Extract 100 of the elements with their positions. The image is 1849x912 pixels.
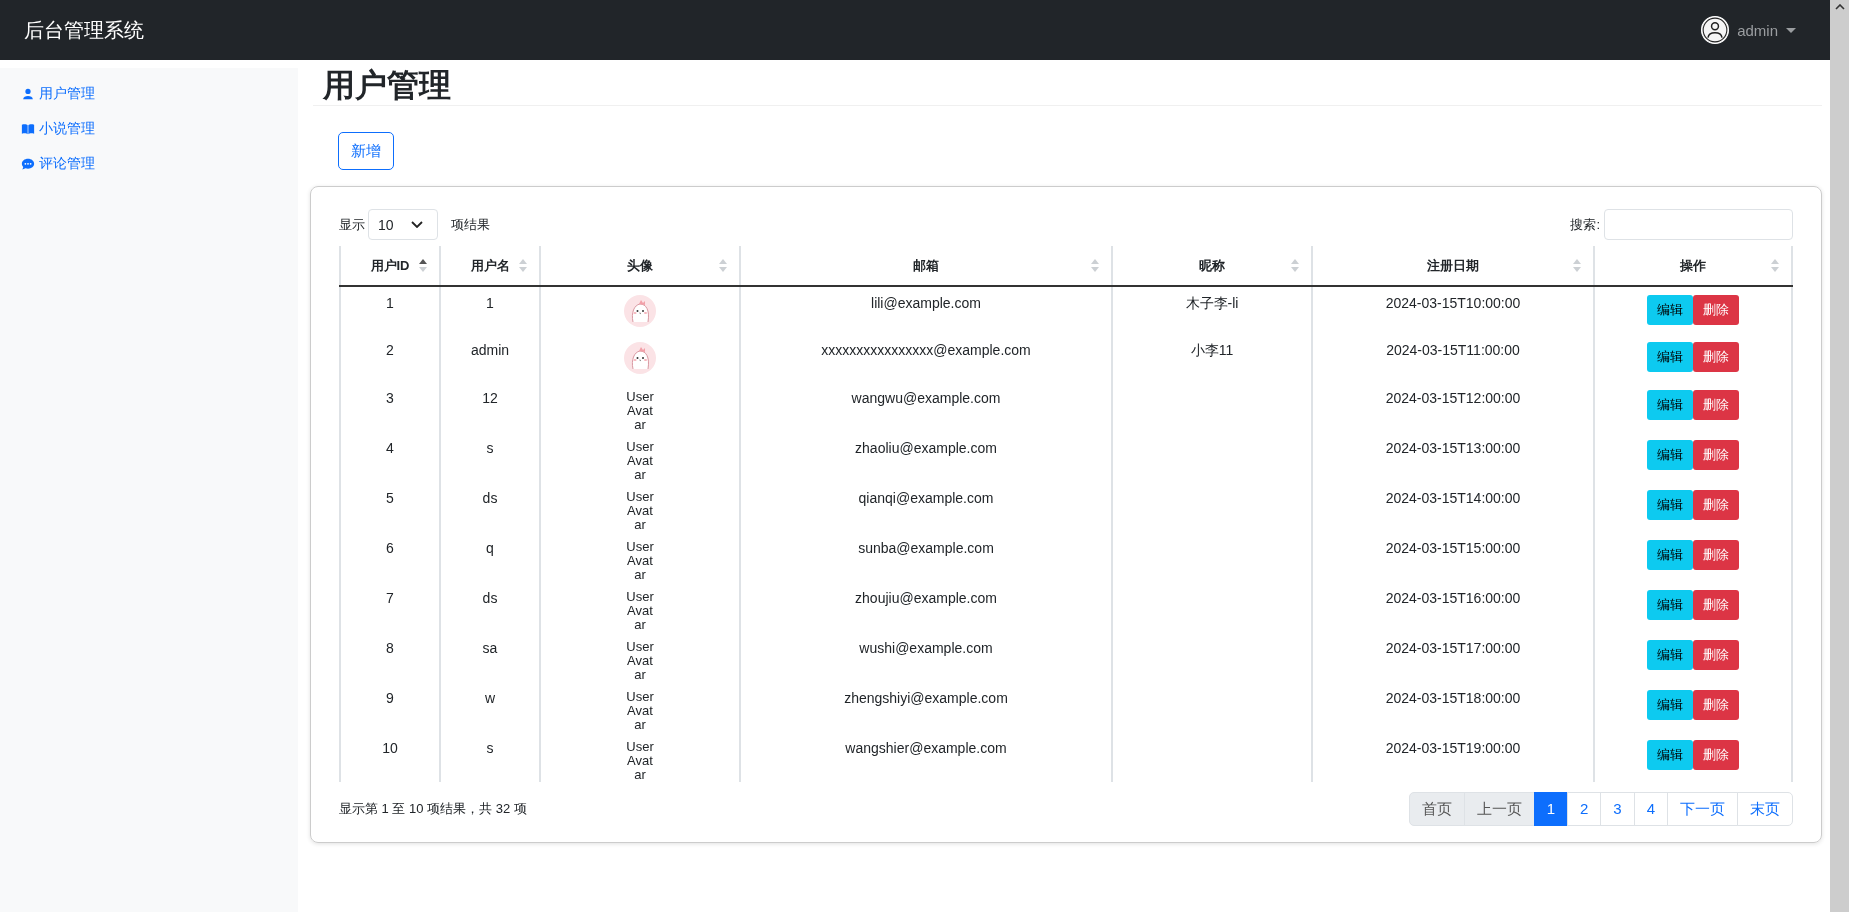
table-cell: 2024-03-15T15:00:00: [1312, 532, 1594, 582]
sidebar-item[interactable]: 评论管理: [0, 146, 95, 181]
length-label-suffix: 项结果: [451, 215, 490, 234]
table-cell: 3: [340, 382, 440, 432]
table-cell: 小李11: [1112, 334, 1312, 382]
sidebar-item[interactable]: 小说管理: [0, 111, 95, 146]
table-cell: lili@example.com: [740, 286, 1112, 334]
table-cell: zhoujiu@example.com: [740, 582, 1112, 632]
table-cell: ds: [440, 582, 540, 632]
table-cell: s: [440, 732, 540, 782]
table-cell: 2024-03-15T18:00:00: [1312, 682, 1594, 732]
delete-button[interactable]: 删除: [1693, 440, 1739, 470]
add-button[interactable]: 新增: [338, 132, 394, 170]
table-cell: wangshier@example.com: [740, 732, 1112, 782]
table-cell: sa: [440, 632, 540, 682]
table-cell: 2024-03-15T14:00:00: [1312, 482, 1594, 532]
table-cell: admin: [440, 334, 540, 382]
person-icon: [21, 86, 35, 101]
edit-button[interactable]: 编辑: [1647, 295, 1693, 325]
table-cell: zhengshiyi@example.com: [740, 682, 1112, 732]
table-cell: 1: [440, 286, 540, 334]
edit-button[interactable]: 编辑: [1647, 342, 1693, 372]
cartoon-avatar-image: [624, 295, 656, 327]
page-link[interactable]: 下一页: [1667, 792, 1738, 826]
table-cell: 1: [340, 286, 440, 334]
search-label: 搜索:: [1570, 215, 1600, 234]
chat-bubble-icon: [21, 156, 35, 171]
chevron-down-icon[interactable]: [411, 221, 423, 228]
scrollbar[interactable]: [1830, 0, 1849, 912]
sidebar-item[interactable]: 用户管理: [0, 76, 95, 111]
table-cell: zhaoliu@example.com: [740, 432, 1112, 482]
page-link[interactable]: 末页: [1737, 792, 1793, 826]
user-menu[interactable]: admin: [1701, 16, 1796, 44]
column-header[interactable]: 操作: [1594, 246, 1792, 286]
table-cell: 2024-03-15T13:00:00: [1312, 432, 1594, 482]
user-avatar-icon[interactable]: [1701, 16, 1730, 44]
delete-button[interactable]: 删除: [1693, 540, 1739, 570]
edit-button[interactable]: 编辑: [1647, 540, 1693, 570]
page-length-select[interactable]: 10: [368, 209, 438, 240]
edit-button[interactable]: 编辑: [1647, 390, 1693, 420]
table-cell: 4: [340, 432, 440, 482]
table-cell: 6: [340, 532, 440, 582]
delete-button[interactable]: 删除: [1693, 690, 1739, 720]
page-title: 用户管理: [313, 68, 1822, 106]
table-cell: s: [440, 432, 540, 482]
cartoon-avatar-image: [624, 342, 656, 374]
edit-button[interactable]: 编辑: [1647, 490, 1693, 520]
book-icon: [21, 121, 35, 136]
page-link[interactable]: 3: [1600, 792, 1635, 826]
caret-icon[interactable]: [1786, 27, 1796, 33]
table-cell: 7: [340, 582, 440, 632]
table-cell: 5: [340, 482, 440, 532]
table-cell: 8: [340, 632, 440, 682]
table-cell: q: [440, 532, 540, 582]
page-link[interactable]: 1: [1533, 792, 1568, 826]
edit-button[interactable]: 编辑: [1647, 440, 1693, 470]
column-header[interactable]: 邮箱: [740, 246, 1112, 286]
delete-button[interactable]: 删除: [1693, 342, 1739, 372]
table-cell: w: [440, 682, 540, 732]
avatar-alt-text: User Avatar: [625, 640, 655, 682]
delete-button[interactable]: 删除: [1693, 740, 1739, 770]
edit-button[interactable]: 编辑: [1647, 590, 1693, 620]
sort-icon[interactable]: [419, 259, 427, 272]
edit-button[interactable]: 编辑: [1647, 690, 1693, 720]
table-cell: 2024-03-15T12:00:00: [1312, 382, 1594, 432]
table-cell: 10: [340, 732, 440, 782]
length-label: 显示: [339, 215, 365, 234]
table-cell: 木子李-li: [1112, 286, 1312, 334]
search-field[interactable]: [1604, 209, 1793, 240]
brand-title[interactable]: 后台管理系统: [24, 16, 144, 44]
column-header[interactable]: 用户ID: [340, 246, 440, 286]
table-cell: 2024-03-15T19:00:00: [1312, 732, 1594, 782]
table-cell: 12: [440, 382, 540, 432]
column-header[interactable]: 用户名: [440, 246, 540, 286]
avatar-alt-text: User Avatar: [625, 440, 655, 482]
column-header[interactable]: 昵称: [1112, 246, 1312, 286]
avatar-alt-text: User Avatar: [625, 690, 655, 732]
delete-button[interactable]: 删除: [1693, 295, 1739, 325]
table-cell: qianqi@example.com: [740, 482, 1112, 532]
scroll-up-icon[interactable]: [1834, 4, 1845, 10]
delete-button[interactable]: 删除: [1693, 590, 1739, 620]
column-header[interactable]: 注册日期: [1312, 246, 1594, 286]
table-cell: 9: [340, 682, 440, 732]
table-cell: wangwu@example.com: [740, 382, 1112, 432]
table-cell: sunba@example.com: [740, 532, 1112, 582]
table-cell: wushi@example.com: [740, 632, 1112, 682]
edit-button[interactable]: 编辑: [1647, 640, 1693, 670]
table-cell: 2024-03-15T17:00:00: [1312, 632, 1594, 682]
edit-button[interactable]: 编辑: [1647, 740, 1693, 770]
column-header[interactable]: 头像: [540, 246, 740, 286]
table-cell: 2: [340, 334, 440, 382]
delete-button[interactable]: 删除: [1693, 640, 1739, 670]
delete-button[interactable]: 删除: [1693, 390, 1739, 420]
table-cell: 2024-03-15T11:00:00: [1312, 334, 1594, 382]
table-cell: ds: [440, 482, 540, 532]
delete-button[interactable]: 删除: [1693, 490, 1739, 520]
table-cell: xxxxxxxxxxxxxxxx@example.com: [740, 334, 1112, 382]
avatar-alt-text: User Avatar: [625, 540, 655, 582]
avatar-alt-text: User Avatar: [625, 490, 655, 532]
table-info: 显示第 1 至 10 项结果，共 32 项: [339, 800, 527, 818]
